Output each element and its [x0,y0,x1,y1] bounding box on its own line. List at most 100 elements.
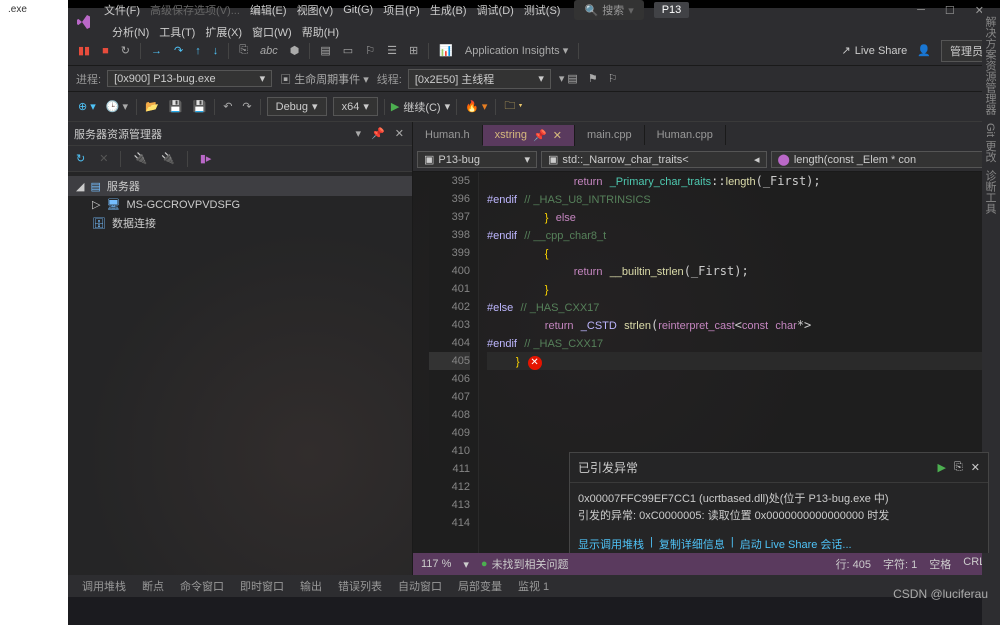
list-icon[interactable]: ☰ [385,44,399,57]
tree-machine-node[interactable]: ▷ 🖥 MS-GCCROVPVDSFG [68,196,412,213]
show-callstack-link[interactable]: 显示调用堆栈 [578,536,644,552]
folder-icon[interactable]: 🗀 ▾ [502,97,524,116]
tab-human-cpp[interactable]: Human.cpp [645,125,726,145]
step-into-icon[interactable]: → [149,45,164,57]
process-dropdown[interactable]: [0x900] P13-bug.exe▾ [107,70,272,87]
tab-close-icon[interactable]: ✕ [553,129,562,142]
panel-menu-icon[interactable]: ▾ [354,127,364,140]
tree-dataconn-node[interactable]: 🗄 数据连接 [68,213,412,233]
menu-save-adv[interactable]: 高级保存选项(V)... [146,0,244,20]
saveall-icon[interactable]: 💾 [190,100,208,113]
chart-icon[interactable]: 📊 [437,44,455,57]
menu-tools[interactable]: 工具(T) [155,22,199,42]
menu-build[interactable]: 生成(B) [426,0,471,20]
errorlist-tab[interactable]: 错误列表 [332,576,388,596]
menu-window[interactable]: 窗口(W) [248,22,296,42]
back-icon[interactable]: ⊕ ▾ [76,100,98,113]
solution-explorer-tab[interactable]: 解决方案资源管理器 [984,16,998,115]
exc-continue-icon[interactable]: ▶ [938,461,946,474]
redo-icon[interactable]: ↷ [240,100,253,113]
step-icon[interactable]: ↓ [211,45,221,57]
git-changes-tab[interactable]: Git 更改 [984,123,998,162]
connect-icon[interactable]: 🔌 [131,152,149,165]
step-out-icon[interactable]: ↑ [193,45,203,57]
stop-icon[interactable]: ■ [100,45,111,57]
menu-extensions[interactable]: 扩展(X) [201,22,246,42]
project-nav[interactable]: ▣ P13-bug▾ [417,151,537,168]
panel-close-icon[interactable]: ✕ [393,127,406,140]
exc-copy-icon[interactable]: ⎘ [954,461,963,474]
minimize-button[interactable]: ─ [917,4,925,17]
titlebar: 文件(F) 高级保存选项(V)... 编辑(E) 视图(V) Git(G) 项目… [68,8,1000,36]
liveshare-button[interactable]: ↗ Live Share [841,44,907,57]
hex-icon[interactable]: ⬢ [288,44,302,57]
menu-analyze[interactable]: 分析(N) [108,22,153,42]
lifecycle-button[interactable]: ▣ 生命周期事件 ▾ [278,71,371,87]
tree-server-root[interactable]: ◢ ▤ 服务器 [68,176,412,196]
issues-indicator[interactable]: ●未找到相关问题 [481,556,569,572]
col-indicator[interactable]: 字符: 1 [883,556,917,572]
window-icon[interactable]: ▭ [341,44,355,57]
menu-help[interactable]: 帮助(H) [298,22,343,42]
flag-icon[interactable]: ⚑ [586,72,600,85]
command-tab[interactable]: 命令窗口 [174,576,230,596]
tool-icon[interactable]: ▤ [318,44,332,57]
bookmark-icon[interactable]: ⚐ [363,44,377,57]
menu-debug[interactable]: 调试(D) [473,0,518,20]
pin-icon[interactable]: 📌 [369,127,387,140]
maximize-button[interactable]: ☐ [945,4,955,17]
tab-human-h[interactable]: Human.h [413,125,483,145]
exc-close-icon[interactable]: ✕ [971,461,980,474]
flag2-icon[interactable]: ⚐ [606,72,620,85]
stop2-icon[interactable]: ✕ [97,152,110,165]
connect2-icon[interactable]: 🔌 [159,152,177,165]
callstack-tab[interactable]: 调用堆栈 [76,576,132,596]
watch-tab[interactable]: 监视 1 [512,576,555,596]
open-icon[interactable]: 📂 [143,100,161,113]
tab-pin-icon[interactable]: 📌 [533,129,547,142]
save-icon[interactable]: 💾 [167,100,185,113]
step-over-icon[interactable]: ↷ [172,44,185,57]
account-icon[interactable]: 👤 [915,44,933,57]
scope-nav[interactable]: ▣ std::_Narrow_char_traits<◂ [541,151,767,168]
line-indicator[interactable]: 行: 405 [836,556,871,572]
config-dropdown[interactable]: Debug ▾ [267,97,327,116]
locals-tab[interactable]: 局部变量 [452,576,508,596]
zoom-level[interactable]: 117 % [421,558,451,570]
appinsights-button[interactable]: Application Insights ▾ [463,44,570,57]
copy-details-link[interactable]: 复制详细信息 [659,536,725,552]
menu-edit[interactable]: 编辑(E) [246,0,291,20]
diagnostics-tab[interactable]: 诊断工具 [984,170,998,214]
start-liveshare-link[interactable]: 启动 Live Share 会话... [740,536,852,552]
continue-button[interactable]: ▶ 继续(C) ▾ [391,99,450,115]
stackframe-icon[interactable]: ▾ ▤ [557,72,580,85]
menu-file[interactable]: 文件(F) [100,0,144,20]
platform-dropdown[interactable]: x64 ▾ [333,97,378,116]
autos-tab[interactable]: 自动窗口 [392,576,448,596]
menu-git[interactable]: Git(G) [339,2,377,18]
azure-icon[interactable]: ▮▸ [198,152,214,165]
thread-dropdown[interactable]: [0x2E50] 主线程▾ [408,69,551,89]
play-icon: ▶ [391,100,399,113]
refresh-icon[interactable]: ↻ [74,152,87,165]
tab-main-cpp[interactable]: main.cpp [575,125,645,145]
immediate-tab[interactable]: 即时窗口 [234,576,290,596]
member-nav[interactable]: ⬤ length(const _Elem * con▾ [771,151,997,168]
hot-reload-icon[interactable]: 🔥 ▾ [463,100,489,113]
indent-indicator[interactable]: 空格 [929,556,951,572]
show-next-icon[interactable]: ⎘ [237,44,250,57]
menu-test[interactable]: 测试(S) [520,0,565,20]
undo-icon[interactable]: ↶ [221,100,234,113]
tab-xstring[interactable]: xstring 📌 ✕ [483,125,575,146]
menu-project[interactable]: 项目(P) [379,0,424,20]
breakpoints-tab[interactable]: 断点 [136,576,170,596]
grid-icon[interactable]: ⊞ [407,44,420,57]
output-tab[interactable]: 输出 [294,576,328,596]
search-box[interactable]: 🔍 搜索 ▾ [574,0,643,20]
forward-icon[interactable]: 🕒 ▾ [104,100,130,113]
abc-icon[interactable]: abc [258,45,280,57]
menu-view[interactable]: 视图(V) [293,0,338,20]
pause-icon[interactable]: ▮▮ [76,44,92,57]
restart-icon[interactable]: ↻ [119,44,132,57]
code-content[interactable]: return _Primary_char_traits::length(_Fir… [479,172,1000,553]
